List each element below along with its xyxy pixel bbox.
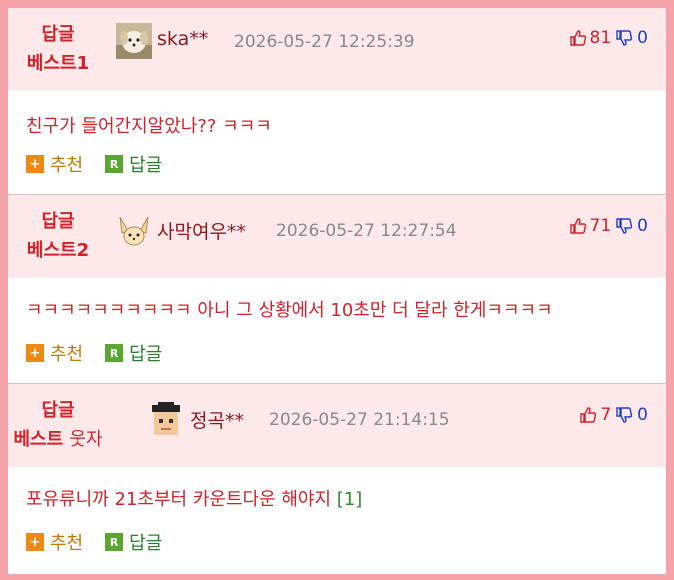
- upvote-count: 81: [589, 28, 612, 48]
- comment-date: 2026-05-27 12:27:54: [276, 221, 457, 241]
- comment-body: ㅋㅋㅋㅋㅋㅋㅋㅋㅋㅋ 아니 그 상황에서 10초만 더 달라 한게ㅋㅋㅋㅋ: [26, 300, 553, 321]
- comment-text: ㅋㅋㅋㅋㅋㅋㅋㅋㅋㅋ 아니 그 상황에서 10초만 더 달라 한게ㅋㅋㅋㅋ: [26, 296, 553, 322]
- comment-header: 답글 베스트 웃자 정곡** 2026-05-27 21:14:15 7 0: [8, 384, 666, 467]
- graduate-avatar-icon[interactable]: [148, 401, 184, 437]
- comment-header: 답글 베스트1 ska** 2026-05-27 12:25:39 81 0: [8, 8, 666, 90]
- recommend-button[interactable]: + 추천: [26, 151, 83, 177]
- upvote-count: 71: [589, 216, 612, 236]
- comment-date: 2026-05-27 12:25:39: [234, 32, 415, 52]
- best-reply-badge: 답글 베스트 웃자: [8, 396, 108, 454]
- reply-count-link[interactable]: [1]: [337, 489, 363, 510]
- upvote-button[interactable]: 81: [569, 28, 612, 48]
- comment-text: 친구가 들어간지알았나?? ㅋㅋㅋ: [26, 112, 272, 138]
- badge-line2: 베스트2: [26, 240, 90, 261]
- username[interactable]: 정곡**: [190, 406, 244, 433]
- badge-line1: 답글: [41, 211, 75, 232]
- reply-button[interactable]: R 답글: [105, 151, 162, 177]
- comment-header: 답글 베스트2 사막여우** 2026-05-27 12:27:54 71 0: [8, 195, 666, 278]
- comment-date: 2026-05-27 21:14:15: [269, 410, 450, 430]
- thumbs-up-icon: [569, 30, 586, 46]
- vote-box: 81 0: [569, 28, 648, 48]
- downvote-button[interactable]: 0: [615, 28, 648, 48]
- comment-item: 답글 베스트1 ska** 2026-05-27 12:25:39 81 0 친…: [8, 8, 666, 194]
- badge-line2: 베스트1: [26, 53, 90, 74]
- reply-icon: R: [105, 155, 124, 173]
- thumbs-down-icon: [616, 407, 633, 423]
- comment-actions: + 추천 R 답글: [26, 529, 184, 555]
- upvote-button[interactable]: 7: [579, 405, 611, 425]
- reply-button[interactable]: R 답글: [105, 340, 162, 366]
- reply-label: 답글: [129, 533, 163, 554]
- reply-button[interactable]: R 답글: [105, 529, 162, 555]
- thumbs-up-icon: [580, 407, 597, 423]
- best-reply-badge: 답글 베스트1: [8, 20, 108, 78]
- downvote-count: 0: [637, 405, 648, 425]
- comment-body: 포유류니까 21초부터 카운트다운 해야지: [26, 489, 332, 510]
- downvote-count: 0: [637, 28, 648, 48]
- badge-extra: 웃자: [69, 429, 103, 450]
- comment-actions: + 추천 R 답글: [26, 151, 184, 177]
- recommend-button[interactable]: + 추천: [26, 529, 83, 555]
- upvote-button[interactable]: 71: [569, 216, 612, 236]
- thumbs-up-icon: [569, 218, 586, 234]
- plus-icon: +: [26, 533, 44, 551]
- puppy-avatar-icon[interactable]: [116, 23, 152, 59]
- downvote-count: 0: [637, 216, 648, 236]
- reply-icon: R: [105, 533, 124, 551]
- badge-line1: 답글: [41, 400, 75, 421]
- reply-label: 답글: [129, 155, 163, 176]
- thumbs-down-icon: [616, 30, 633, 46]
- plus-icon: +: [26, 344, 44, 362]
- recommend-button[interactable]: + 추천: [26, 340, 83, 366]
- thumbs-down-icon: [616, 218, 633, 234]
- downvote-button[interactable]: 0: [615, 216, 648, 236]
- vote-box: 71 0: [569, 216, 648, 236]
- badge-line2: 베스트: [13, 429, 64, 450]
- badge-line1: 답글: [41, 24, 75, 45]
- comment-actions: + 추천 R 답글: [26, 340, 184, 366]
- downvote-button[interactable]: 0: [615, 405, 648, 425]
- recommend-label: 추천: [50, 155, 84, 176]
- best-reply-badge: 답글 베스트2: [8, 207, 108, 265]
- plus-icon: +: [26, 155, 44, 173]
- upvote-count: 7: [600, 405, 612, 425]
- reply-icon: R: [105, 344, 124, 362]
- reply-label: 답글: [129, 344, 163, 365]
- vote-box: 7 0: [579, 405, 648, 425]
- comment-item: 답글 베스트 웃자 정곡** 2026-05-27 21:14:15 7 0 포: [8, 384, 666, 572]
- username[interactable]: 사막여우**: [157, 217, 246, 244]
- recommend-label: 추천: [50, 344, 84, 365]
- fennec-fox-avatar-icon[interactable]: [116, 213, 152, 249]
- comment-item: 답글 베스트2 사막여우** 2026-05-27 12:27:54 71 0: [8, 195, 666, 383]
- recommend-label: 추천: [50, 533, 84, 554]
- username[interactable]: ska**: [157, 28, 208, 50]
- comment-text: 포유류니까 21초부터 카운트다운 해야지 [1]: [26, 485, 362, 511]
- comment-body: 친구가 들어간지알았나?? ㅋㅋㅋ: [26, 116, 272, 137]
